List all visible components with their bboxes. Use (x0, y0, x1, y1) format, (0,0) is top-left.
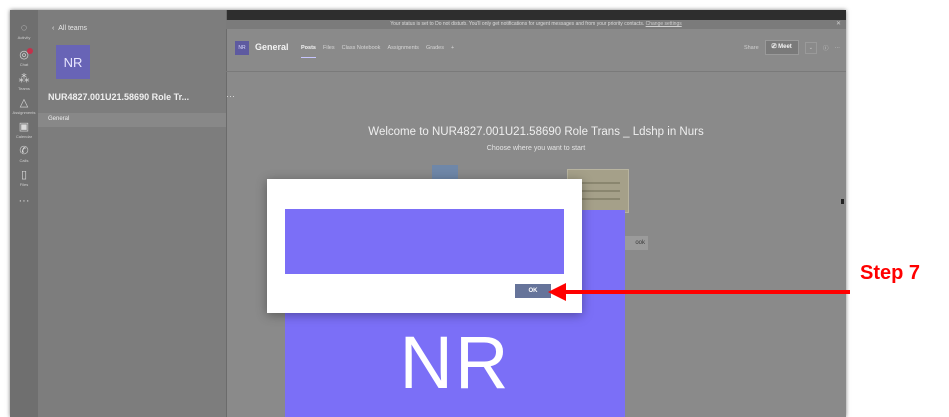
step-label: Step 7 (860, 262, 921, 284)
annotation-arrow-head (548, 283, 566, 301)
annotation-arrow (548, 283, 850, 301)
